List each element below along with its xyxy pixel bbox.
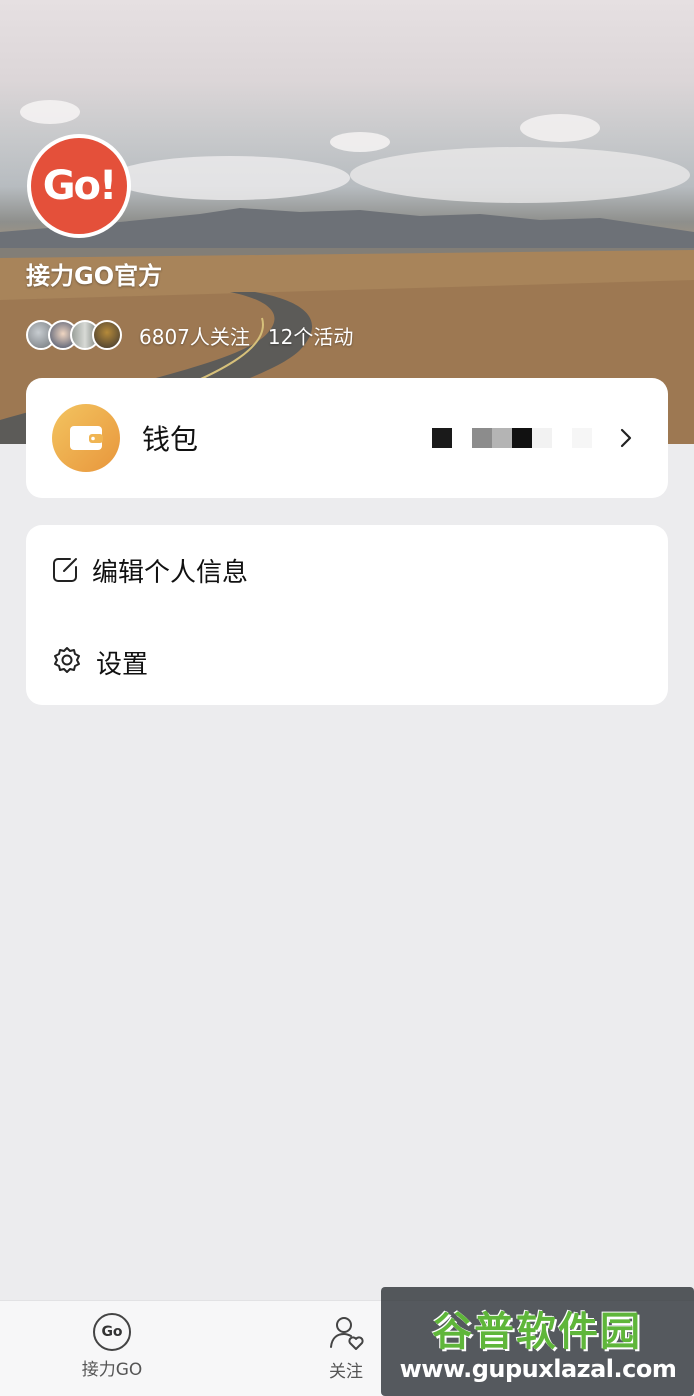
tab-home-label: 接力GO (81, 1360, 143, 1380)
redacted-balance (432, 428, 612, 448)
chevron-right-icon (620, 428, 632, 448)
tab-home[interactable]: Go 接力GO (62, 1313, 162, 1380)
profile-name: 接力GO官方 (26, 262, 163, 290)
gear-icon (54, 647, 80, 673)
follower-avatars (26, 320, 122, 350)
go-logo: Go! (31, 138, 127, 234)
wallet-card[interactable]: 钱包 (26, 378, 668, 498)
follower-avatar (92, 320, 122, 350)
edit-profile-label: 编辑个人信息 (92, 557, 249, 588)
go-logo-icon: Go (93, 1313, 131, 1351)
edit-icon (53, 558, 77, 582)
person-heart-icon (330, 1317, 364, 1350)
wallet-label: 钱包 (142, 423, 199, 456)
wallet-icon (52, 404, 120, 472)
settings-menu-card: 编辑个人信息 设置 (26, 525, 668, 705)
follower-summary[interactable]: 6807人关注 12个活动 (26, 318, 371, 352)
tab-follow-label: 关注 (329, 1362, 363, 1382)
settings-item[interactable]: 设置 (50, 642, 148, 682)
profile-avatar[interactable]: Go! (27, 134, 131, 238)
activities-count: 12个活动 (267, 324, 354, 349)
follow-stats: 6807人关注 12个活动 (139, 321, 371, 350)
edit-profile-item[interactable]: 编辑个人信息 (50, 550, 248, 590)
watermark-overlay: 谷普软件园 www.gupuxlazal.com (381, 1287, 694, 1396)
watermark-title: 谷普软件园 (432, 1309, 642, 1355)
watermark-url: www.gupuxlazal.com (399, 1355, 677, 1383)
followers-count: 6807人关注 (139, 324, 250, 349)
settings-label: 设置 (96, 649, 149, 680)
